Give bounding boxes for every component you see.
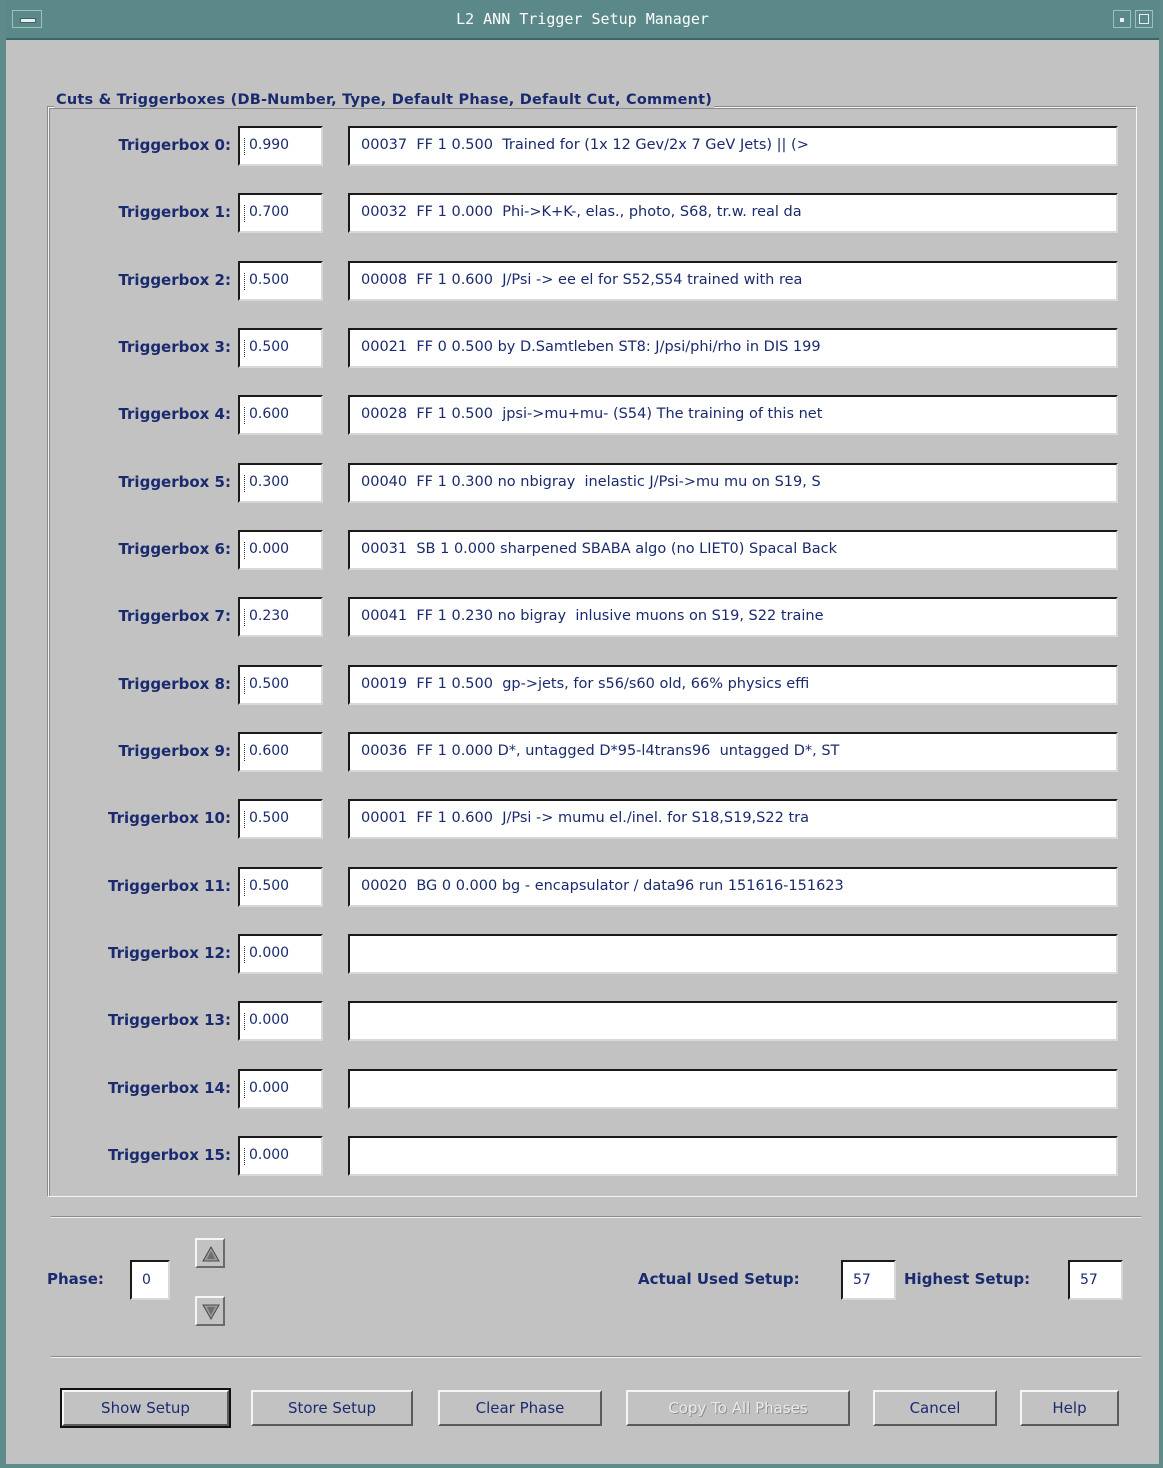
triggerbox-row: Triggerbox 1: 0.700 00032 FF 1 0.000 Phi->… bbox=[6, 193, 1159, 233]
triggerbox-cut-field[interactable]: 0.000 bbox=[238, 1136, 323, 1176]
triggerbox-cut-field[interactable]: 0.000 bbox=[238, 934, 323, 974]
triggerbox-row: Triggerbox 12: 0.000 bbox=[6, 934, 1159, 974]
triggerbox-cut-field[interactable]: 0.500 bbox=[238, 261, 323, 301]
copy-to-all-phases-button[interactable]: Copy To All Phases bbox=[626, 1390, 850, 1426]
highest-setup-field[interactable]: 57 bbox=[1068, 1260, 1123, 1300]
triggerbox-row: Triggerbox 2: 0.500 00008 FF 1 0.600 J/Psi… bbox=[6, 261, 1159, 301]
actual-setup-label: Actual Used Setup: bbox=[638, 1270, 800, 1288]
triggerbox-row: Triggerbox 0: 0.990 00037 FF 1 0.500 Train… bbox=[6, 126, 1159, 166]
triggerbox-label: Triggerbox 9: bbox=[118, 742, 231, 760]
triggerbox-cut-field[interactable]: 0.700 bbox=[238, 193, 323, 233]
triggerbox-row: Triggerbox 13: 0.000 bbox=[6, 1001, 1159, 1041]
triggerbox-label: Triggerbox 13: bbox=[108, 1011, 231, 1029]
triggerbox-comment-field[interactable]: 00037 FF 1 0.500 Trained for (1x 12 Gev/… bbox=[348, 126, 1118, 166]
phase-up-button[interactable] bbox=[195, 1238, 225, 1268]
triggerbox-label: Triggerbox 2: bbox=[118, 271, 231, 289]
triggerbox-label: Triggerbox 5: bbox=[118, 473, 231, 491]
triggerbox-comment-field[interactable] bbox=[348, 934, 1118, 974]
highest-setup-label: Highest Setup: bbox=[904, 1270, 1031, 1288]
triggerbox-comment-field[interactable]: 00021 FF 0 0.500 by D.Samtleben ST8: J/p… bbox=[348, 328, 1118, 368]
title-bar[interactable]: L2 ANN Trigger Setup Manager bbox=[6, 0, 1159, 40]
triggerbox-label: Triggerbox 0: bbox=[118, 136, 231, 154]
triggerbox-row: Triggerbox 7: 0.230 00041 FF 1 0.230 no bi… bbox=[6, 597, 1159, 637]
triggerbox-label: Triggerbox 6: bbox=[118, 540, 231, 558]
triggerbox-row: Triggerbox 11: 0.500 00020 BG 0 0.000 bg -… bbox=[6, 867, 1159, 907]
triggerbox-row: Triggerbox 14: 0.000 bbox=[6, 1069, 1159, 1109]
separator-top bbox=[51, 1216, 1141, 1218]
phase-field[interactable]: 0 bbox=[130, 1260, 170, 1300]
triggerbox-row: Triggerbox 10: 0.500 00001 FF 1 0.600 J/Ps… bbox=[6, 799, 1159, 839]
triggerbox-cut-field[interactable]: 0.600 bbox=[238, 395, 323, 435]
triggerbox-row: Triggerbox 3: 0.500 00021 FF 0 0.500 by D.… bbox=[6, 328, 1159, 368]
triggerbox-cut-field[interactable]: 0.600 bbox=[238, 732, 323, 772]
phase-label: Phase: bbox=[47, 1270, 104, 1288]
triggerbox-cut-field[interactable]: 0.500 bbox=[238, 665, 323, 705]
main-window: L2 ANN Trigger Setup Manager Cuts & Trig… bbox=[0, 0, 1163, 1468]
triggerbox-label: Triggerbox 10: bbox=[108, 809, 231, 827]
triangle-up-icon bbox=[202, 1245, 220, 1262]
triggerbox-comment-field[interactable]: 00008 FF 1 0.600 J/Psi -> ee el for S52,… bbox=[348, 261, 1118, 301]
triggerbox-row: Triggerbox 5: 0.300 00040 FF 1 0.300 no nb… bbox=[6, 463, 1159, 503]
triggerbox-row: Triggerbox 9: 0.600 00036 FF 1 0.000 D*, u… bbox=[6, 732, 1159, 772]
triggerbox-label: Triggerbox 11: bbox=[108, 877, 231, 895]
show-setup-button[interactable]: Show Setup bbox=[60, 1388, 231, 1428]
triggerbox-cut-field[interactable]: 0.500 bbox=[238, 867, 323, 907]
triangle-down-icon bbox=[202, 1304, 220, 1321]
separator-bottom bbox=[51, 1356, 1141, 1358]
triggerbox-label: Triggerbox 12: bbox=[108, 944, 231, 962]
window-title: L2 ANN Trigger Setup Manager bbox=[456, 10, 709, 28]
triggerbox-row: Triggerbox 6: 0.000 00031 SB 1 0.000 sharp… bbox=[6, 530, 1159, 570]
triggerbox-label: Triggerbox 14: bbox=[108, 1079, 231, 1097]
help-button[interactable]: Help bbox=[1020, 1390, 1119, 1426]
triggerbox-comment-field[interactable] bbox=[348, 1069, 1118, 1109]
triggerbox-cut-field[interactable]: 0.000 bbox=[238, 530, 323, 570]
triggerbox-comment-field[interactable]: 00019 FF 1 0.500 gp->jets, for s56/s60 o… bbox=[348, 665, 1118, 705]
triggerbox-cut-field[interactable]: 0.500 bbox=[238, 799, 323, 839]
triggerbox-group-title: Cuts & Triggerboxes (DB-Number, Type, De… bbox=[54, 92, 715, 108]
triggerbox-cut-field[interactable]: 0.990 bbox=[238, 126, 323, 166]
triggerbox-comment-field[interactable] bbox=[348, 1136, 1118, 1176]
triggerbox-label: Triggerbox 4: bbox=[118, 405, 231, 423]
minimize-button[interactable] bbox=[1113, 10, 1131, 28]
triggerbox-comment-field[interactable]: 00001 FF 1 0.600 J/Psi -> mumu el./inel.… bbox=[348, 799, 1118, 839]
triggerbox-label: Triggerbox 1: bbox=[118, 203, 231, 221]
triggerbox-comment-field[interactable]: 00028 FF 1 0.500 jpsi->mu+mu- (S54) The … bbox=[348, 395, 1118, 435]
triggerbox-cut-field[interactable]: 0.300 bbox=[238, 463, 323, 503]
actual-setup-field[interactable]: 57 bbox=[841, 1260, 896, 1300]
triggerbox-comment-field[interactable]: 00020 BG 0 0.000 bg - encapsulator / dat… bbox=[348, 867, 1118, 907]
triggerbox-cut-field[interactable]: 0.000 bbox=[238, 1001, 323, 1041]
triggerbox-cut-field[interactable]: 0.000 bbox=[238, 1069, 323, 1109]
maximize-button[interactable] bbox=[1135, 10, 1153, 28]
triggerbox-row: Triggerbox 8: 0.500 00019 FF 1 0.500 gp->j… bbox=[6, 665, 1159, 705]
triggerbox-row: Triggerbox 4: 0.600 00028 FF 1 0.500 jpsi-… bbox=[6, 395, 1159, 435]
triggerbox-label: Triggerbox 3: bbox=[118, 338, 231, 356]
triggerbox-comment-field[interactable]: 00031 SB 1 0.000 sharpened SBABA algo (n… bbox=[348, 530, 1118, 570]
triggerbox-cut-field[interactable]: 0.230 bbox=[238, 597, 323, 637]
triggerbox-comment-field[interactable]: 00040 FF 1 0.300 no nbigray inelastic J/… bbox=[348, 463, 1118, 503]
triggerbox-label: Triggerbox 7: bbox=[118, 607, 231, 625]
clear-phase-button[interactable]: Clear Phase bbox=[438, 1390, 602, 1426]
triggerbox-label: Triggerbox 15: bbox=[108, 1146, 231, 1164]
store-setup-button[interactable]: Store Setup bbox=[251, 1390, 413, 1426]
triggerbox-row: Triggerbox 15: 0.000 bbox=[6, 1136, 1159, 1176]
triggerbox-label: Triggerbox 8: bbox=[118, 675, 231, 693]
triggerbox-comment-field[interactable]: 00036 FF 1 0.000 D*, untagged D*95-l4tra… bbox=[348, 732, 1118, 772]
triggerbox-comment-field[interactable] bbox=[348, 1001, 1118, 1041]
triggerbox-cut-field[interactable]: 0.500 bbox=[238, 328, 323, 368]
cancel-button[interactable]: Cancel bbox=[873, 1390, 997, 1426]
triggerbox-comment-field[interactable]: 00041 FF 1 0.230 no bigray inlusive muon… bbox=[348, 597, 1118, 637]
triggerbox-comment-field[interactable]: 00032 FF 1 0.000 Phi->K+K-, elas., photo… bbox=[348, 193, 1118, 233]
phase-down-button[interactable] bbox=[195, 1296, 225, 1326]
